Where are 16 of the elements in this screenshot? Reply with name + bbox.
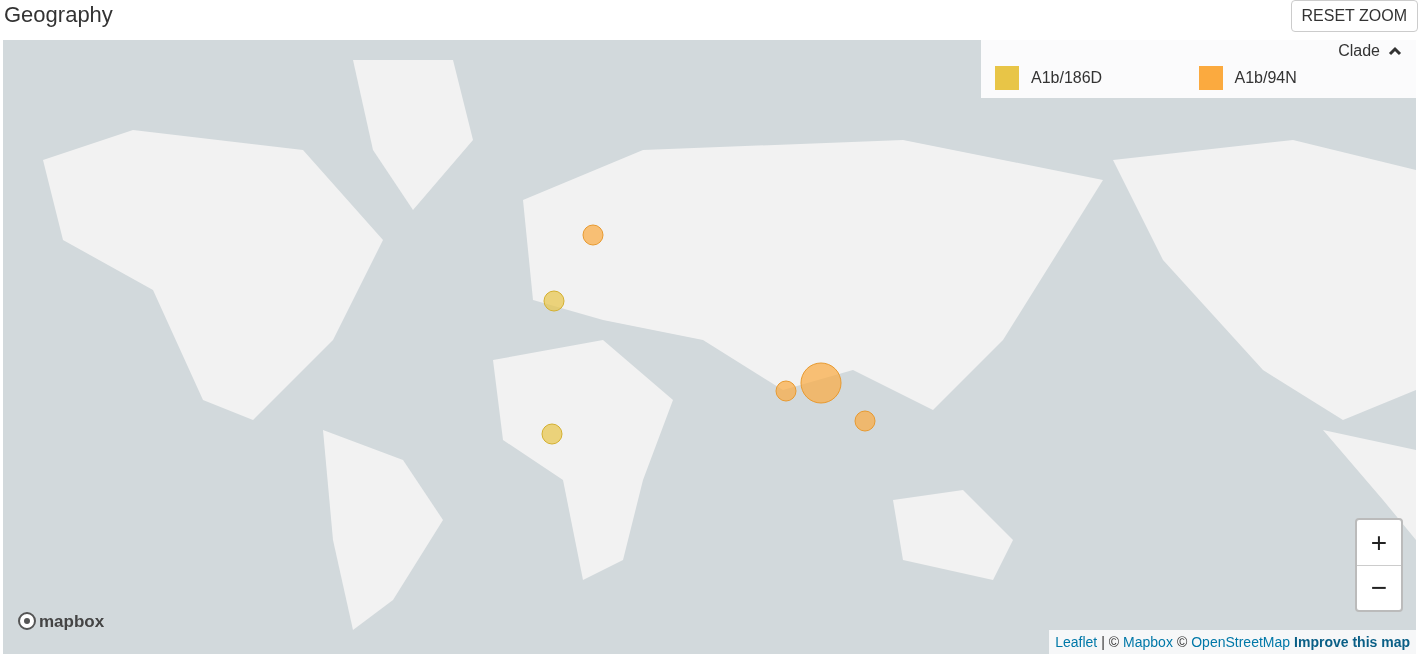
legend-toggle[interactable]: Clade [1338, 40, 1402, 63]
reset-zoom-button[interactable]: RESET ZOOM [1290, 0, 1418, 32]
improve-map-link[interactable]: Improve this map [1294, 631, 1410, 653]
chevron-icon [1388, 46, 1402, 56]
mapbox-logo-text: mapbox [39, 610, 105, 633]
attribution-text: | © [1101, 632, 1120, 652]
section-title: Geography [4, 1, 113, 29]
legend-label: A1b/94N [1234, 68, 1297, 88]
openstreetmap-link[interactable]: OpenStreetMap [1191, 631, 1291, 653]
attribution-text: © [1176, 632, 1188, 652]
zoom-in-button[interactable]: + [1357, 520, 1401, 566]
mapbox-logo-icon [17, 611, 37, 632]
zoom-out-button[interactable]: − [1357, 566, 1401, 610]
legend-label: A1b/186D [1031, 68, 1103, 88]
leaflet-link[interactable]: Leaflet [1055, 631, 1098, 653]
mapbox-link[interactable]: Mapbox [1123, 631, 1173, 653]
